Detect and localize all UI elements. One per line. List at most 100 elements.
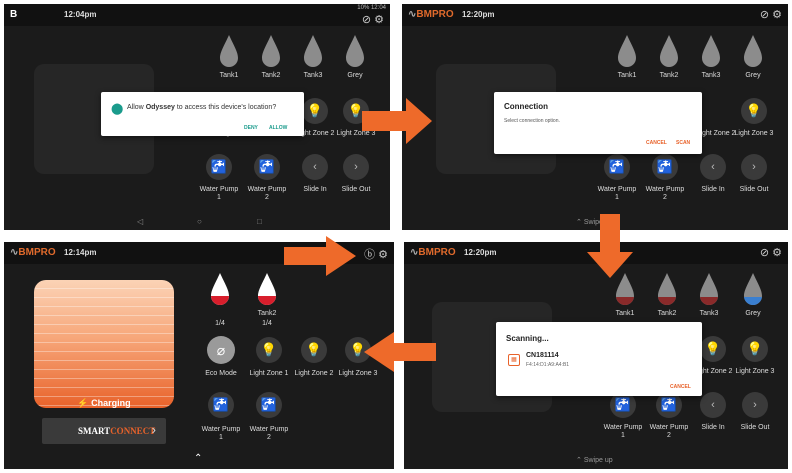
slide-out-button[interactable]: › (742, 392, 768, 418)
brand-logo: B (10, 9, 18, 20)
light-zone-2-label: Light Zone 2 (294, 370, 334, 377)
tank-level: 1/4 (262, 320, 272, 327)
tank-icon[interactable] (302, 34, 324, 68)
bluetooth-settings-icons[interactable]: ⊘ ⚙ (760, 246, 782, 259)
tank-label: Tank3 (701, 72, 721, 79)
light-zone-2-button[interactable]: 💡 (302, 98, 328, 124)
back-nav-icon[interactable]: ◁ (137, 217, 143, 226)
tank-label: Tank1 (219, 72, 239, 79)
flow-arrow-right-bt (284, 236, 356, 276)
water-pump-1-button[interactable]: 🚰 (208, 392, 234, 418)
light-zone-1-label: Light Zone 1 (249, 370, 289, 377)
flow-arrow-down (587, 214, 633, 278)
tank-label: Tank2 (261, 72, 281, 79)
tank-label: Grey (745, 310, 761, 317)
light-zone-2-label: Light Zone 2 (696, 130, 736, 137)
dialog-body: Select connection option. (504, 118, 560, 124)
light-zone-3-label: Light Zone 3 (734, 130, 774, 137)
swipe-up-hint[interactable]: ⌃ Swipe up (576, 456, 613, 464)
scan-button[interactable]: SCAN (676, 140, 690, 146)
water-pump-2-label: Water Pump 2 (645, 186, 685, 201)
chevron-up-icon[interactable]: ⌃ (194, 453, 202, 464)
tank-level: 1/4 (215, 320, 225, 327)
connection-dialog: Connection Select connection option. CAN… (494, 92, 702, 154)
bluetooth-settings-icons[interactable]: ⊘ ⚙ (362, 13, 384, 26)
home-nav-icon[interactable]: ○ (197, 217, 202, 226)
tank-label: Tank2 (257, 310, 277, 317)
clock: 12:20pm (464, 248, 497, 257)
water-pump-1-button[interactable]: 🚰 (206, 154, 232, 180)
status-bar: ∿BMPRO 12:20pm ⊘ ⚙ (402, 4, 788, 26)
water-pump-2-label: Water Pump 2 (249, 426, 289, 441)
light-zone-2-button[interactable]: 💡 (301, 337, 327, 363)
allow-button[interactable]: ALLOW (269, 125, 287, 131)
slide-in-button[interactable]: ‹ (302, 154, 328, 180)
device-mac: F4:14:D1:A9:A4:B1 (526, 362, 570, 368)
location-permission-dialog: ⬤ Allow Odyssey to access this device's … (101, 92, 304, 136)
smartconnect-button[interactable]: SMARTCONNECT › (42, 418, 166, 444)
dialog-title: Connection (504, 102, 548, 111)
brand-logo: ∿BMPRO (10, 247, 56, 258)
water-pump-1-label: Water Pump 1 (201, 426, 241, 441)
tank-icon[interactable] (616, 34, 638, 68)
slide-in-label: Slide In (701, 424, 725, 431)
water-pump-2-button[interactable]: 🚰 (652, 154, 678, 180)
slide-out-label: Slide Out (740, 424, 770, 431)
water-pump-1-label: Water Pump 1 (199, 186, 239, 201)
eco-mode-button[interactable]: ⌀ (207, 336, 235, 364)
tank-icon[interactable] (742, 34, 764, 68)
chevron-right-icon: › (151, 422, 156, 437)
bluetooth-settings-icons[interactable]: ⊘ ⚙ (760, 8, 782, 21)
tank-icon[interactable] (656, 272, 678, 306)
device-list-item[interactable]: ▦ CN181114 F4:14:D1:A9:A4:B1 (506, 352, 686, 372)
tank-icon[interactable] (742, 272, 764, 306)
tank-icon[interactable] (218, 34, 240, 68)
slide-in-label: Slide In (303, 186, 327, 193)
light-zone-3-button[interactable]: 💡 (741, 98, 767, 124)
water-pump-2-label: Water Pump 2 (247, 186, 287, 201)
water-pump-2-button[interactable]: 🚰 (256, 392, 282, 418)
tank-label: Tank2 (657, 310, 677, 317)
tank-icon[interactable] (209, 272, 231, 306)
water-pump-1-label: Water Pump 1 (603, 424, 643, 439)
bluetooth-settings-icons[interactable]: ⓑ ⚙ (364, 246, 388, 262)
tank-icon[interactable] (260, 34, 282, 68)
screen-connection-dialog: ∿BMPRO 12:20pm ⊘ ⚙ Tank1 Tank2 Tank3 Gre… (402, 4, 788, 230)
tank-icon[interactable] (698, 272, 720, 306)
slide-out-button[interactable]: › (741, 154, 767, 180)
water-pump-1-label: Water Pump 1 (597, 186, 637, 201)
brand-logo: ∿BMPRO (410, 247, 456, 258)
eco-mode-label: Eco Mode (205, 370, 237, 377)
device-name: CN181114 (526, 352, 559, 359)
smartconnect-label: SMARTCONNECT (78, 426, 156, 436)
clock: 12:20pm (462, 10, 495, 19)
water-pump-1-button[interactable]: 🚰 (604, 154, 630, 180)
dialog-message: Allow Odyssey to access this device's lo… (127, 104, 277, 111)
light-zone-1-button[interactable]: 💡 (256, 337, 282, 363)
slide-out-button[interactable]: › (343, 154, 369, 180)
water-pump-2-button[interactable]: 🚰 (254, 154, 280, 180)
tank-label: Tank3 (303, 72, 323, 79)
tank-icon[interactable] (658, 34, 680, 68)
tank-icon[interactable] (256, 272, 278, 306)
slide-in-button[interactable]: ‹ (700, 154, 726, 180)
tank-label: Tank1 (615, 310, 635, 317)
tank-label: Tank1 (617, 72, 637, 79)
screen-location-permission: B 12:04pm 10% 12:04 ⊘ ⚙ Tank1 Tank2 Tank… (4, 4, 390, 230)
slide-in-button[interactable]: ‹ (700, 392, 726, 418)
tank-label: Tank3 (699, 310, 719, 317)
light-zone-3-button[interactable]: 💡 (742, 336, 768, 362)
tank-icon[interactable] (344, 34, 366, 68)
recents-nav-icon[interactable]: □ (257, 217, 262, 226)
slide-out-label: Slide Out (739, 186, 769, 193)
dialog-title: Scanning... (506, 334, 549, 343)
deny-button[interactable]: DENY (244, 125, 258, 131)
location-pin-icon: ⬤ (111, 103, 124, 115)
scanning-dialog: Scanning... ▦ CN181114 F4:14:D1:A9:A4:B1… (496, 322, 702, 396)
cancel-button[interactable]: CANCEL (646, 140, 667, 146)
tank-icon[interactable] (700, 34, 722, 68)
cancel-button[interactable]: CANCEL (670, 384, 691, 390)
light-zone-2-button[interactable]: 💡 (700, 336, 726, 362)
clock: 12:14pm (64, 248, 97, 257)
slide-out-label: Slide Out (341, 186, 371, 193)
